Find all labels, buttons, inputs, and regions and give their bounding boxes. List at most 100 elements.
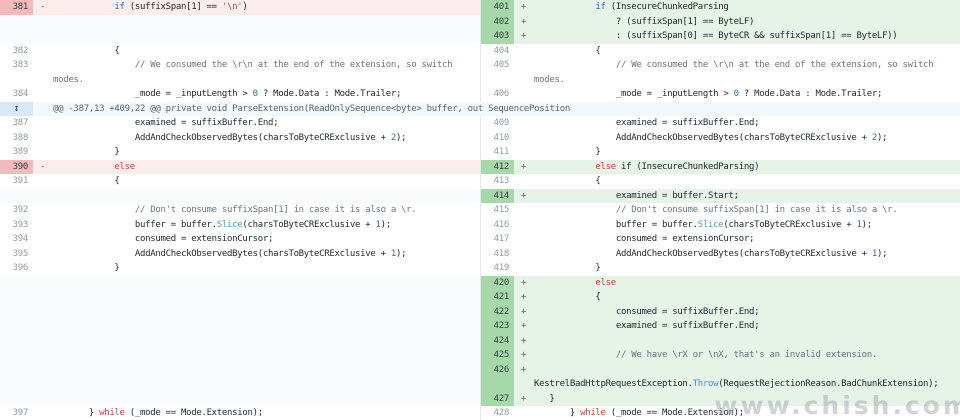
- code-segment: (InsecureChunkedParsing: [606, 2, 729, 12]
- code-segment: // We consumed the \r\n at the end of th…: [534, 60, 933, 85]
- code-text: _mode = _inputLength > 0 ? Mode.Data : M…: [53, 87, 480, 102]
- line-number[interactable]: 395: [0, 247, 33, 262]
- line-number[interactable]: 404: [481, 44, 514, 59]
- line-number[interactable]: 401: [481, 0, 514, 15]
- line-number[interactable]: 406: [481, 87, 514, 102]
- code-segment: examined = suffixBuffer.End;: [534, 321, 759, 331]
- code-segment: (_mode == Mode.Extension);: [606, 408, 744, 418]
- code-segment: else: [595, 162, 615, 172]
- line-number[interactable]: 387: [0, 116, 33, 131]
- code-text: {: [534, 174, 960, 189]
- hunk-header-text: @@ -387,13 +409,22 @@ private void Parse…: [33, 102, 960, 117]
- line-number[interactable]: 424: [481, 334, 514, 349]
- code-text: {: [53, 44, 480, 59]
- line-marker: [33, 87, 53, 102]
- expand-diff-icon[interactable]: ↕: [13, 102, 19, 117]
- code-segment: (charsToByteCRExclusive +: [723, 220, 856, 230]
- code-segment: [53, 2, 114, 12]
- line-number[interactable]: 416: [481, 218, 514, 233]
- added-marker: +: [514, 276, 534, 291]
- line-number[interactable]: 396: [0, 261, 33, 276]
- line-number[interactable]: 417: [481, 232, 514, 247]
- code-segment: }: [53, 263, 120, 273]
- code-text: : (suffixSpan[0] == ByteCR && suffixSpan…: [534, 29, 960, 44]
- line-number[interactable]: 388: [0, 131, 33, 146]
- code-segment: {: [53, 46, 120, 56]
- code-segment: (suffixSpan[1] ==: [125, 2, 222, 12]
- diff-row: 423+ examined = suffixBuffer.End;: [0, 319, 960, 334]
- line-number[interactable]: 405: [481, 58, 514, 87]
- old-line-half: 392 // Don't consume suffixSpan[1] in ca…: [0, 203, 480, 218]
- line-number[interactable]: 389: [0, 145, 33, 160]
- diff-row: 421+ {: [0, 290, 960, 305]
- old-line-half: [0, 29, 480, 44]
- old-line-half: 389 }: [0, 145, 480, 160]
- diff-row: 383 // We consumed the \r\n at the end o…: [0, 58, 960, 87]
- added-marker: +: [514, 348, 534, 363]
- line-number[interactable]: 392: [0, 203, 33, 218]
- line-number[interactable]: 383: [0, 58, 33, 87]
- code-segment: [53, 162, 114, 172]
- line-number[interactable]: 397: [0, 406, 33, 420]
- line-marker: [514, 87, 534, 102]
- line-number[interactable]: 413: [481, 174, 514, 189]
- new-line-half: 418 AddAndCheckObservedBytes(charsToByte…: [480, 247, 960, 262]
- line-marker: [514, 58, 534, 87]
- code-segment: AddAndCheckObservedBytes(charsToByteCREx…: [534, 249, 872, 259]
- line-number[interactable]: 409: [481, 116, 514, 131]
- line-number[interactable]: 394: [0, 232, 33, 247]
- line-number[interactable]: 381: [0, 0, 33, 15]
- line-number[interactable]: 419: [481, 261, 514, 276]
- added-marker: +: [514, 0, 534, 15]
- line-marker: [514, 145, 534, 160]
- line-number[interactable]: 410: [481, 131, 514, 146]
- old-line-half: [0, 189, 480, 204]
- hunk-header-row: ↕ @@ -387,13 +409,22 @@ private void Pars…: [0, 102, 960, 117]
- code-text: consumed = extensionCursor;: [534, 232, 960, 247]
- line-number[interactable]: 393: [0, 218, 33, 233]
- line-number[interactable]: 382: [0, 44, 33, 59]
- code-text: }: [534, 145, 960, 160]
- line-number[interactable]: 428: [481, 406, 514, 420]
- code-text: if (suffixSpan[1] == '\n'): [53, 0, 480, 15]
- code-segment: : (suffixSpan[0] == ByteCR && suffixSpan…: [534, 31, 897, 41]
- old-line-half: 395 AddAndCheckObservedBytes(charsToByte…: [0, 247, 480, 262]
- code-segment: (charsToByteCRExclusive +: [242, 220, 375, 230]
- line-number[interactable]: 415: [481, 203, 514, 218]
- code-segment: buffer = buffer.: [53, 220, 217, 230]
- old-line-half: [0, 392, 480, 407]
- code-text: // Don't consume suffixSpan[1] in case i…: [53, 203, 480, 218]
- line-number[interactable]: 425: [481, 348, 514, 363]
- code-segment: }: [534, 394, 554, 404]
- line-number[interactable]: 412: [481, 160, 514, 175]
- old-line-half: [0, 305, 480, 320]
- code-text: {: [534, 44, 960, 59]
- line-number[interactable]: 423: [481, 319, 514, 334]
- line-number[interactable]: 414: [481, 189, 514, 204]
- line-marker: [33, 203, 53, 218]
- line-number[interactable]: 420: [481, 276, 514, 291]
- line-number[interactable]: 391: [0, 174, 33, 189]
- line-number[interactable]: 421: [481, 290, 514, 305]
- code-text: examined = suffixBuffer.End;: [53, 116, 480, 131]
- code-segment: AddAndCheckObservedBytes(charsToByteCREx…: [53, 249, 391, 259]
- line-number[interactable]: 422: [481, 305, 514, 320]
- new-line-half: 415 // Don't consume suffixSpan[1] in ca…: [480, 203, 960, 218]
- code-segment: Slice: [217, 220, 243, 230]
- line-number[interactable]: 427: [481, 392, 514, 407]
- diff-row: 426+ KestrelBadHttpRequestException.Thro…: [0, 363, 960, 392]
- line-number[interactable]: 390: [0, 160, 33, 175]
- code-segment: ? Mode.Data : Mode.Trailer;: [739, 89, 882, 99]
- code-text: consumed = suffixBuffer.End;: [534, 305, 960, 320]
- line-number[interactable]: 402: [481, 15, 514, 30]
- code-segment: {: [534, 46, 601, 56]
- line-number[interactable]: 403: [481, 29, 514, 44]
- code-text: // Don't consume suffixSpan[1] in case i…: [534, 203, 960, 218]
- line-number[interactable]: 411: [481, 145, 514, 160]
- line-number[interactable]: 418: [481, 247, 514, 262]
- code-segment: {: [53, 176, 120, 186]
- line-number[interactable]: 384: [0, 87, 33, 102]
- new-line-half: 412+ else if (InsecureChunkedParsing): [480, 160, 960, 175]
- line-number[interactable]: 426: [481, 363, 514, 392]
- code-segment: {: [534, 176, 601, 186]
